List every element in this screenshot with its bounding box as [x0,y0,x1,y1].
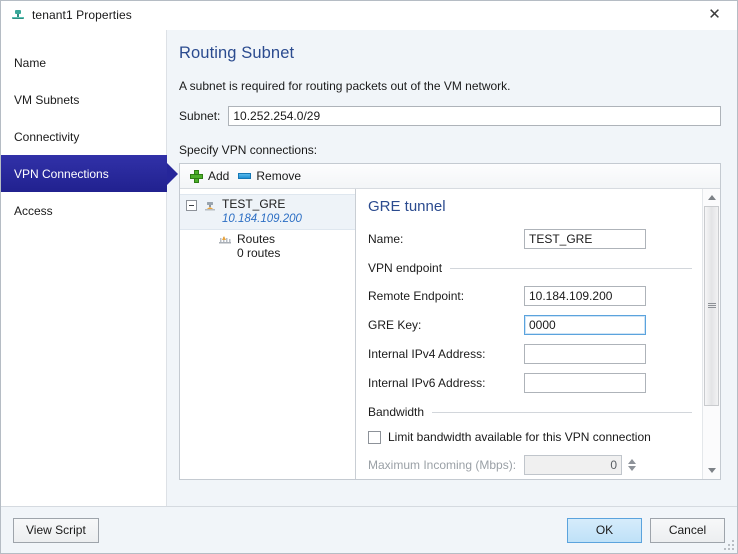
gre-key-label: GRE Key: [368,318,422,332]
gre-tunnel-detail: GRE tunnel Name: VPN endpoint Remote End [356,189,702,479]
max-incoming-label: Maximum Incoming (Mbps): [368,458,517,472]
max-incoming-input[interactable] [524,455,622,475]
close-icon[interactable]: ✕ [692,1,737,28]
vpn-endpoint-separator: VPN endpoint [368,261,692,275]
sidebar-item-label: Name [14,55,47,70]
routes-icon [218,234,232,248]
cancel-button[interactable]: Cancel [650,517,725,543]
limit-bandwidth-label: Limit bandwidth available for this VPN c… [388,430,651,444]
sidebar: Name VM Subnets Connectivity VPN Connect… [1,30,178,506]
add-label: Add [208,169,230,183]
spinner-up-icon[interactable] [628,459,636,464]
name-field-row: Name: [366,229,692,249]
detail-title: GRE tunnel [368,198,446,215]
gre-tunnel-icon [203,199,217,213]
bandwidth-label: Bandwidth [368,405,425,419]
name-input[interactable] [524,229,646,249]
page-description: A subnet is required for routing packets… [179,79,511,93]
internal-ipv4-label: Internal IPv4 Address: [368,347,486,361]
collapse-icon[interactable] [186,200,197,211]
gre-key-field-row: GRE Key: [366,315,692,335]
vpn-toolbar: Add Remove [180,164,720,189]
sidebar-item-name[interactable]: Name [1,44,166,81]
tree-item-title: TEST_GRE [222,197,286,211]
separator-line [450,267,692,269]
scrollbar-grip-icon [707,302,716,310]
minus-icon [238,170,252,183]
add-button[interactable]: Add [188,166,236,186]
specify-vpn-label: Specify VPN connections: [179,143,318,157]
tree-item-test-gre[interactable]: TEST_GRE 10.184.109.200 [180,194,355,230]
internal-ipv6-label: Internal IPv6 Address: [368,376,486,390]
internal-ipv6-input[interactable] [524,373,646,393]
remote-endpoint-field-row: Remote Endpoint: [366,286,692,306]
name-label: Name: [368,232,404,246]
max-incoming-row: Maximum Incoming (Mbps): [366,455,692,475]
resize-grip-icon[interactable] [722,538,734,550]
plus-icon [190,169,203,183]
remote-endpoint-label: Remote Endpoint: [368,289,465,303]
tree-item-subtitle: 10.184.109.200 [222,213,302,225]
internal-ipv4-input[interactable] [524,344,646,364]
scrollbar-thumb[interactable] [704,206,719,406]
internal-ipv6-field-row: Internal IPv6 Address: [366,373,692,393]
detail-scrollbar[interactable] [702,189,720,479]
gre-key-input[interactable] [524,315,646,335]
remote-endpoint-input[interactable] [524,286,646,306]
subnet-field-row: Subnet: [179,106,721,126]
tree-item-title: Routes [237,232,276,246]
vpn-connections-group: Add Remove TEST_GRE 10.184.109.200 Route… [179,163,721,480]
subnet-input[interactable] [228,106,721,126]
dialog-footer: View Script OK Cancel [1,506,737,553]
sidebar-item-label: VM Subnets [14,92,80,107]
vpn-connections-tree: TEST_GRE 10.184.109.200 Routes 0 routes [180,189,356,479]
separator-line [432,411,692,413]
network-icon [10,7,26,23]
main-pane: Routing Subnet A subnet is required for … [167,30,737,506]
tree-item-subtitle: 0 routes [237,246,281,260]
scroll-up-icon[interactable] [703,189,720,206]
dialog-body: Name VM Subnets Connectivity VPN Connect… [1,30,737,506]
sidebar-item-label: VPN Connections [14,166,109,181]
sidebar-item-connectivity[interactable]: Connectivity [1,118,166,155]
page-title: Routing Subnet [179,44,295,62]
tree-item-routes[interactable]: Routes 0 routes [180,230,355,263]
vpn-endpoint-label: VPN endpoint [368,261,443,275]
sidebar-item-access[interactable]: Access [1,192,166,229]
window-title: tenant1 Properties [32,8,132,22]
remove-button[interactable]: Remove [236,166,308,186]
internal-ipv4-field-row: Internal IPv4 Address: [366,344,692,364]
limit-bandwidth-row[interactable]: Limit bandwidth available for this VPN c… [368,430,692,444]
spinner-buttons[interactable] [625,455,639,475]
limit-bandwidth-checkbox[interactable] [368,430,381,444]
ok-button[interactable]: OK [567,517,642,543]
sidebar-item-label: Access [14,203,53,218]
view-script-button[interactable]: View Script [13,517,99,543]
group-body: TEST_GRE 10.184.109.200 Routes 0 routes … [180,189,720,479]
sidebar-item-label: Connectivity [14,129,80,144]
bandwidth-separator: Bandwidth [368,405,692,419]
sidebar-item-vpn-connections[interactable]: VPN Connections [1,155,178,192]
remove-label: Remove [256,169,302,183]
spinner-down-icon[interactable] [628,466,636,471]
scroll-down-icon[interactable] [703,462,720,479]
tree-item-text: TEST_GRE 10.184.109.200 [222,197,302,227]
title-bar: tenant1 Properties ✕ [1,1,737,30]
detail-wrap: GRE tunnel Name: VPN endpoint Remote End [356,189,720,479]
max-incoming-stepper[interactable] [524,455,639,475]
sidebar-item-vm-subnets[interactable]: VM Subnets [1,81,166,118]
subnet-label: Subnet: [179,109,221,123]
properties-dialog: tenant1 Properties ✕ Name VM Subnets Con… [0,0,738,554]
tree-item-text: Routes 0 routes [237,232,280,261]
scrollbar-track[interactable] [703,206,720,462]
